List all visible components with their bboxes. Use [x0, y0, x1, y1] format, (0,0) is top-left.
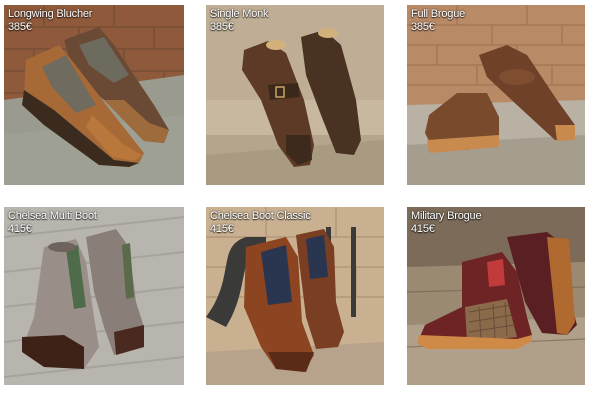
product-caption: Military Brogue 415€	[411, 210, 482, 236]
product-card-military-brogue[interactable]: Military Brogue 415€	[407, 207, 585, 385]
product-card-longwing-blucher[interactable]: Longwing Blucher 385€	[4, 5, 184, 185]
product-caption: Full Brogue 385€	[411, 8, 465, 34]
product-name: Military Brogue	[411, 210, 482, 222]
product-card-chelsea-multi-boot[interactable]: Chelsea Multi Boot 415€	[4, 207, 184, 385]
product-price: 385€	[8, 21, 32, 33]
product-name: Full Brogue	[411, 8, 466, 20]
product-name: Single Monk	[210, 8, 269, 20]
product-grid: Longwing Blucher 385€ Single Monk 385€ F…	[0, 0, 596, 400]
product-caption: Chelsea Multi Boot 415€	[8, 210, 97, 236]
product-price: 385€	[210, 21, 234, 33]
product-card-full-brogue[interactable]: Full Brogue 385€	[407, 5, 585, 185]
product-price: 385€	[411, 21, 435, 33]
product-price: 415€	[8, 223, 32, 235]
product-caption: Chelsea Boot Classic 415€	[210, 210, 311, 236]
product-price: 415€	[411, 223, 435, 235]
product-name: Chelsea Boot Classic	[210, 210, 311, 222]
product-caption: Single Monk 385€	[210, 8, 269, 34]
product-caption: Longwing Blucher 385€	[8, 8, 92, 34]
product-card-single-monk[interactable]: Single Monk 385€	[206, 5, 384, 185]
product-card-chelsea-boot-classic[interactable]: Chelsea Boot Classic 415€	[206, 207, 384, 385]
product-name: Chelsea Multi Boot	[8, 210, 97, 222]
product-price: 415€	[210, 223, 234, 235]
product-name: Longwing Blucher	[8, 8, 93, 20]
